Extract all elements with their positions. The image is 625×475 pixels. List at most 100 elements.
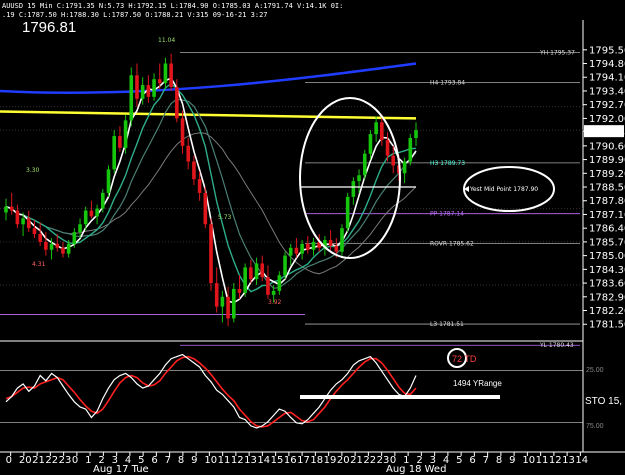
pivot-label-rovr: ROVR 1785.62 (430, 240, 474, 247)
candle-body (135, 75, 139, 99)
candle-body (357, 175, 361, 182)
candle-body (83, 210, 88, 225)
hour-tick-label: 19 (324, 455, 337, 466)
price-tick-label: 1791.35 (589, 127, 625, 138)
candle-body (220, 296, 225, 307)
hour-tick-label: 11 (218, 455, 231, 466)
price-tick-label: 1781.50 (589, 320, 625, 331)
header-line-2: .19 C:1787.50 H:1788.30 L:1787.50 O:1788… (2, 11, 268, 19)
candle-body (380, 122, 384, 140)
candle-body (169, 63, 173, 88)
date-label-1: Aug 17 Tue (93, 464, 149, 475)
hour-tick-label: 23 (59, 455, 72, 466)
candle-body (55, 243, 60, 248)
candle-body (66, 243, 71, 254)
candle-body (328, 239, 333, 246)
price-axis: 1795.50 1794.80 1794.10 1793.40 1792.70 1792.… (583, 45, 625, 331)
hour-tick-label: 1 (85, 455, 91, 466)
price-tick-label: 1783.60 (589, 279, 625, 290)
candle-body (277, 275, 282, 291)
candle-body (186, 145, 191, 162)
candle-body (44, 241, 48, 250)
candle-body (214, 283, 219, 307)
price-tick-label: 1785.00 (589, 251, 625, 262)
candle-body (231, 288, 236, 319)
hour-tick-label: 18 (310, 455, 323, 466)
price-tick-label: 1790.60 (589, 141, 625, 152)
candle-body (4, 206, 8, 213)
candle-body (106, 169, 111, 193)
candle-body (294, 247, 299, 254)
candle-body (402, 161, 407, 174)
pivot-label-yl: YL 1780.43 (539, 342, 574, 349)
pivot-label-l3: L3 1781.51 (430, 321, 464, 328)
hour-tick-label: 13 (244, 455, 257, 466)
candle-body (89, 210, 94, 217)
price-tick-label: 1785.70 (589, 237, 625, 248)
candle-body (243, 267, 247, 293)
candle-body (175, 87, 179, 119)
hour-tick-label: 8 (178, 455, 184, 466)
candle-body (32, 228, 37, 235)
candle-body (283, 255, 287, 276)
hour-tick-label: 20 (337, 455, 350, 466)
candle-body (15, 210, 20, 225)
hour-tick-label: 10 (522, 455, 535, 466)
candle-body (180, 118, 185, 146)
candle-body (101, 192, 105, 209)
candle-body (72, 232, 77, 244)
hour-tick-label: 15 (271, 455, 284, 466)
price-tick-label: 1789.90 (589, 155, 625, 166)
price-tick-label: 1787.80 (589, 196, 625, 207)
price-tick-label: 1794.80 (589, 59, 625, 70)
label-330: 3.30 (26, 167, 40, 174)
hour-tick-label: 7 (483, 455, 489, 466)
candle-body (95, 208, 99, 217)
hour-tick-label: 14 (575, 455, 588, 466)
candle-body (61, 247, 65, 254)
hour-tick-label: 12 (549, 455, 562, 466)
candle-body (163, 63, 168, 84)
hour-tick-label: 21 (32, 455, 45, 466)
candle-body (118, 136, 122, 148)
candle-body (38, 234, 42, 242)
candle-body (26, 218, 31, 229)
label-573: 5.73 (218, 214, 232, 221)
hour-tick-label: 22 (363, 455, 376, 466)
hour-tick-label: 7 (165, 455, 171, 466)
candle-body (78, 224, 82, 233)
candle-body (209, 224, 213, 284)
chart: AUUSD 15 Min C:1791.35 N:5.73 H:1792.15 … (0, 0, 625, 475)
hour-tick-label: 20 (19, 455, 32, 466)
pivot-label-h3: H3 1789.73 (430, 160, 465, 167)
candle-body (345, 196, 350, 229)
candle-body (306, 243, 310, 250)
candle-body (391, 155, 396, 166)
hour-tick-label: 5 (456, 455, 462, 466)
candle-body (49, 243, 54, 250)
sto-label: STO 15, (585, 396, 622, 407)
candle-body (9, 206, 14, 211)
candle-body (197, 179, 202, 193)
hour-tick-label: 21 (350, 455, 363, 466)
candle-body (226, 296, 230, 319)
high-label: 11.04 (158, 37, 175, 44)
label-431: 4.31 (32, 261, 46, 268)
candle-body (408, 138, 413, 162)
candle-body (249, 267, 253, 280)
hour-tick-label: 14 (257, 455, 270, 466)
price-tick-label: 1794.10 (589, 73, 625, 84)
candle-body (266, 277, 270, 295)
price-tick-label: 1788.50 (589, 183, 625, 194)
hour-tick-label: 6 (151, 455, 157, 466)
candle-body (254, 263, 259, 280)
price-tick-label: 1792.00 (589, 114, 625, 125)
candle-body (140, 85, 145, 99)
candle-body (351, 181, 356, 197)
candle-body (362, 153, 367, 176)
candle-body (237, 288, 242, 293)
price-tick-label: 1793.40 (589, 86, 625, 97)
price-tick-label: 1789.20 (589, 169, 625, 180)
hour-tick-label: 8 (496, 455, 502, 466)
candle-body (260, 263, 265, 278)
